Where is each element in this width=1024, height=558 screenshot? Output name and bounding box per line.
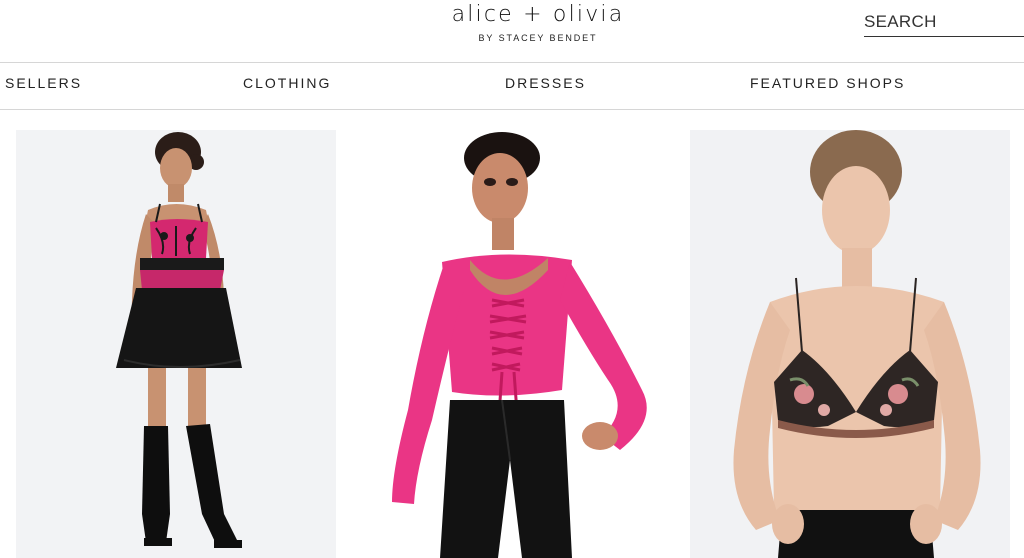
nav-item-dresses[interactable]: DRESSES <box>505 75 586 91</box>
product-grid <box>0 111 1024 558</box>
product-image-floral-bralette[interactable] <box>690 130 1010 558</box>
search-box[interactable] <box>864 8 1024 37</box>
product-card[interactable] <box>352 130 672 558</box>
product-image-lace-up-top[interactable] <box>352 130 672 558</box>
site-header: alice + olivia BY STACEY BENDET <box>0 0 1024 62</box>
product-card[interactable] <box>690 130 1010 558</box>
nav-item-featured-shops[interactable]: FEATURED SHOPS <box>750 75 905 91</box>
main-navigation: SELLERS CLOTHING DRESSES FEATURED SHOPS <box>0 62 1024 110</box>
nav-item-clothing[interactable]: CLOTHING <box>243 75 331 91</box>
nav-item-sellers[interactable]: SELLERS <box>5 75 82 91</box>
product-image-corset-dress[interactable] <box>16 130 336 558</box>
search-input[interactable] <box>864 8 1024 35</box>
product-card[interactable] <box>16 130 336 558</box>
